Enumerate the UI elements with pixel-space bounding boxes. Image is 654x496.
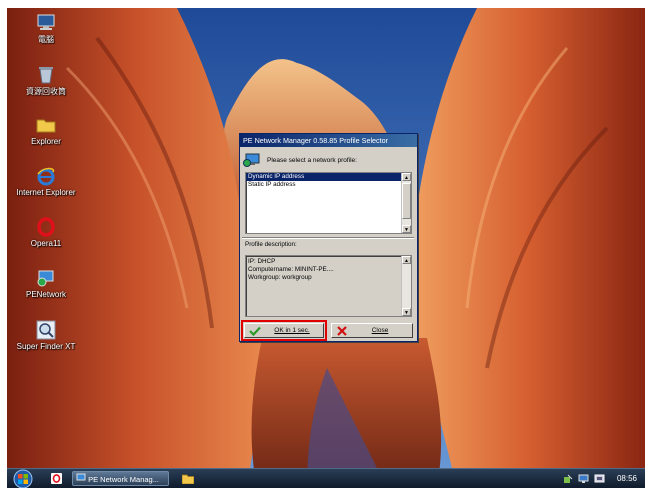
safely-remove-icon[interactable] — [563, 474, 573, 484]
network-monitor-icon — [243, 153, 260, 167]
desktop-icon-penetwork[interactable]: PENetwork — [11, 268, 81, 299]
profile-option-dynamic[interactable]: Dynamic IP address — [246, 173, 401, 181]
close-button[interactable]: Close — [331, 323, 413, 338]
close-button-label: Close — [371, 327, 389, 334]
prompt-row: Please select a network profile: — [243, 152, 357, 168]
description-scrollbar[interactable]: ▲ ▼ — [401, 256, 411, 316]
scroll-up-icon[interactable]: ▲ — [402, 256, 411, 264]
desktop-icon-label: PENetwork — [25, 290, 66, 299]
desktop-icon-computer[interactable]: 電腦 — [11, 12, 81, 45]
desktop-icon-label: 資源回收筒 — [26, 87, 66, 96]
checkmark-icon — [249, 326, 261, 336]
desktop-icon-recycle-bin[interactable]: 資源回收筒 — [11, 64, 81, 97]
profile-listbox[interactable]: Dynamic IP address Static IP address ▲ ▼ — [245, 172, 412, 234]
computer-icon — [37, 14, 55, 30]
close-icon — [337, 325, 347, 336]
network-icon — [37, 270, 54, 287]
folder-icon[interactable] — [182, 473, 194, 484]
folder-icon — [36, 119, 56, 133]
desktop-icon-super-finder[interactable]: Super Finder XT — [11, 320, 81, 351]
dialog-title[interactable]: PE Network Manager 0.58.85 Profile Selec… — [240, 134, 417, 147]
desktop-icon-opera[interactable]: Opera11 — [11, 217, 81, 248]
desktop-icon-internet-explorer[interactable]: Internet Explorer — [11, 166, 81, 197]
scroll-thumb[interactable] — [402, 183, 411, 219]
desktop-icon-label: Opera11 — [30, 239, 62, 248]
profile-selector-dialog: PE Network Manager 0.58.85 Profile Selec… — [239, 133, 418, 342]
description-line: Workgroup: workgroup — [248, 274, 312, 281]
ok-button[interactable]: OK in 1 sec. — [241, 320, 327, 341]
network-icon — [76, 473, 86, 481]
dialog-separator — [242, 237, 414, 239]
internet-explorer-icon — [37, 167, 55, 186]
clock[interactable]: 08:56 — [617, 469, 637, 488]
desktop: 電腦 資源回收筒 Explorer Internet Explorer Oper… — [7, 8, 645, 488]
desktop-icon-label: Explorer — [31, 137, 61, 146]
description-label: Profile description: — [245, 241, 297, 248]
taskbar: PE Network Manag... 08:56 — [7, 468, 645, 488]
description-line: Computername: MININT-PE.... — [248, 266, 334, 273]
windows-orb-icon[interactable] — [13, 469, 33, 488]
desktop-icon-explorer[interactable]: Explorer — [11, 115, 81, 146]
profile-description-box: IP: DHCP Computername: MININT-PE.... Wor… — [245, 255, 412, 317]
scroll-down-icon[interactable]: ▼ — [402, 308, 411, 316]
scroll-up-icon[interactable]: ▲ — [402, 173, 411, 181]
recycle-bin-icon — [39, 67, 53, 84]
description-line: IP: DHCP — [248, 258, 276, 265]
desktop-icon-label: Internet Explorer — [16, 188, 76, 197]
desktop-icon-label: Super Finder XT — [16, 342, 76, 351]
ok-button-label: OK in 1 sec. — [274, 327, 310, 334]
profile-list-scrollbar[interactable]: ▲ ▼ — [401, 173, 411, 233]
scroll-down-icon[interactable]: ▼ — [402, 225, 411, 233]
profile-option-static[interactable]: Static IP address — [246, 181, 401, 189]
network-status-icon[interactable] — [578, 474, 589, 484]
display-icon[interactable] — [594, 474, 605, 484]
desktop-icon-label: 電腦 — [38, 35, 54, 44]
taskbar-task-pe-network[interactable]: PE Network Manag... — [72, 471, 169, 486]
opera-icon — [37, 217, 55, 237]
prompt-text: Please select a network profile: — [267, 156, 357, 164]
taskbar-task-label: PE Network Manag... — [88, 475, 159, 484]
opera-taskbar-icon[interactable] — [51, 473, 62, 484]
magnifier-icon — [36, 320, 56, 340]
